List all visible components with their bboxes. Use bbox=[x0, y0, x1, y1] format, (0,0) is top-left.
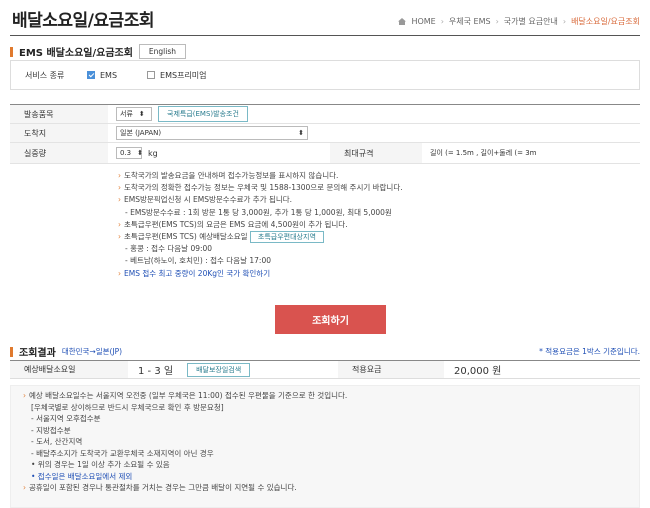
checkbox-checked-icon[interactable] bbox=[87, 71, 95, 79]
note-item: › 초특급우편(EMS TCS) 예상배달소요일 초특급우편대상지역 bbox=[118, 231, 640, 244]
option-ems-premium[interactable]: EMS프리미엄 bbox=[147, 70, 207, 81]
select-arrow-icon: ⬍ bbox=[298, 129, 304, 137]
fee-label: 적용요금 bbox=[338, 361, 444, 378]
breadcrumb: HOME › 우체국 EMS › 국가별 요금안내 › 배달소요일/요금조회 bbox=[398, 16, 640, 27]
breadcrumb-separator: › bbox=[440, 17, 444, 26]
option-ems-premium-label: EMS프리미엄 bbox=[160, 70, 207, 80]
fee-value: 20,000 원 bbox=[454, 366, 502, 377]
notes-list: › 도착국가의 발송요금을 안내하며 접수가능정보를 표시하지 않습니다. › 도착… bbox=[10, 164, 640, 284]
result-table: 예상배달소요일 1 - 3 일 배달보장일검색 적용요금 20,000 원 bbox=[10, 360, 640, 379]
result-notes: › 예상 배달소요일수는 서울지역 오전중 (일부 우체국은 11:00) 접수된… bbox=[10, 385, 640, 508]
form-row-destination: 도착지 일본 (JAPAN) ⬍ bbox=[10, 124, 640, 143]
maxsize-value: 길이 (= 1.5m , 길이+둘레 (= 3m bbox=[430, 149, 537, 157]
days-value: 1 - 3 일 bbox=[138, 366, 174, 377]
maxsize-label: 최대규격 bbox=[330, 143, 422, 163]
result-route: 대한민국→일본(JP) bbox=[61, 347, 123, 356]
tcs-area-button[interactable]: 초특급우편대상지역 bbox=[249, 231, 324, 244]
item-select[interactable]: 서류 ⬍ bbox=[116, 107, 152, 121]
english-button[interactable]: English bbox=[138, 44, 187, 59]
checkbox-unchecked-icon[interactable] bbox=[147, 71, 156, 79]
note-subitem: - 홍콩 : 접수 다음날 09:00 bbox=[125, 244, 213, 254]
weight-select[interactable]: 0.3 ⬍ bbox=[116, 147, 144, 159]
section-header: EMS 배달소요일/요금조회 English bbox=[10, 44, 187, 59]
note-subitem: - 베트남(하노이, 호치민) : 접수 다음날 17:00 bbox=[125, 256, 271, 266]
breadcrumb-ems[interactable]: 우체국 EMS bbox=[449, 16, 491, 27]
ems-conditions-button[interactable]: 국제특급(EMS)발송조건 bbox=[158, 106, 248, 122]
result-note: * 적용요금은 1박스 기준입니다. bbox=[539, 347, 640, 356]
title-divider bbox=[10, 35, 640, 36]
note-item: › 도착국가의 정확한 접수가능 정보는 우체국 및 1588-1300으로 문의… bbox=[118, 183, 403, 193]
result-note-subitem: - 배달주소지가 도착국가 교환우체국 소재지역이 아닌 경우 bbox=[31, 448, 214, 458]
result-note-item: › 공휴일이 포함된 경우나 통관절차를 거치는 경우는 그만큼 배달이 지연될 … bbox=[23, 483, 297, 492]
result-note-subitem: • 위의 경우는 1일 이상 추가 소요될 수 있음 bbox=[31, 460, 170, 469]
submit-button[interactable]: 조회하기 bbox=[275, 305, 386, 334]
note-item: › EMS방문픽업신청 시 EMS방문수수료가 추가 됩니다. bbox=[118, 195, 293, 205]
weight-label: 실중량 bbox=[10, 143, 108, 163]
result-note-subitem: [우체국별로 상이하므로 반드시 우체국으로 확인 후 방문요청] bbox=[31, 402, 224, 412]
breadcrumb-separator: › bbox=[562, 17, 567, 26]
guarantee-search-button[interactable]: 배달보장일검색 bbox=[187, 362, 251, 377]
page-title: 배달소요일/요금조회 bbox=[12, 11, 154, 31]
option-ems-label: EMS bbox=[100, 70, 118, 80]
breadcrumb-separator: › bbox=[495, 17, 499, 26]
destination-label: 도착지 bbox=[10, 124, 108, 142]
result-note-subitem: - 지방접수분 bbox=[31, 425, 71, 435]
note-link[interactable]: › EMS 접수 최고 중량이 20Kg인 국가 확인하기 bbox=[118, 268, 640, 280]
breadcrumb-home[interactable]: HOME bbox=[411, 17, 435, 26]
form-row-item: 발송품목 서류 ⬍ 국제특급(EMS)발송조건 bbox=[10, 105, 640, 124]
result-note-subitem: • 접수일은 배달소요일에서 제외 bbox=[31, 471, 133, 481]
result-note-subitem: - 도서, 산간지역 bbox=[31, 437, 83, 446]
section-marker bbox=[10, 346, 13, 357]
form-row-weight: 실중량 0.3 ⬍ kg 최대규격 길이 (= 1.5m , 길이+둘레 (= 3… bbox=[10, 143, 640, 164]
section-title: EMS 배달소요일/요금조회 bbox=[19, 48, 133, 59]
service-type-box: 서비스 종류 EMS EMS프리미엄 bbox=[10, 60, 640, 90]
home-icon bbox=[398, 18, 407, 25]
destination-select[interactable]: 일본 (JAPAN) ⬍ bbox=[116, 126, 308, 140]
select-arrow-icon: ⬍ bbox=[138, 110, 145, 118]
breadcrumb-current: 배달소요일/요금조회 bbox=[571, 17, 640, 26]
result-note-item: › 예상 배달소요일수는 서울지역 오전중 (일부 우체국은 11:00) 접수된… bbox=[23, 391, 348, 400]
option-ems[interactable]: EMS bbox=[87, 71, 117, 80]
result-header: 조회결과 대한민국→일본(JP) * 적용요금은 1박스 기준입니다. bbox=[10, 344, 640, 359]
note-subitem: - EMS방문수수료 : 1회 방문 1통 당 3,000원, 추가 1통 당 … bbox=[125, 207, 392, 217]
weight-unit: kg bbox=[148, 148, 158, 158]
query-form: 발송품목 서류 ⬍ 국제특급(EMS)발송조건 도착지 일본 (JAPAN) ⬍ 실… bbox=[10, 104, 640, 284]
item-label: 발송품목 bbox=[10, 105, 108, 123]
days-label: 예상배달소요일 bbox=[10, 361, 128, 378]
note-item: › 도착국가의 발송요금을 안내하며 접수가능정보를 표시하지 않습니다. bbox=[118, 171, 339, 180]
breadcrumb-country[interactable]: 국가별 요금안내 bbox=[504, 16, 558, 27]
result-note-subitem: - 서울지역 오후접수분 bbox=[31, 414, 101, 423]
result-title: 조회결과 bbox=[19, 348, 56, 359]
section-marker bbox=[10, 46, 13, 57]
select-arrow-icon: ⬍ bbox=[137, 149, 144, 157]
note-item: › 초특급우편(EMS TCS)의 요금은 EMS 요금에 4,500원이 추가 … bbox=[118, 219, 348, 229]
service-type-label: 서비스 종류 bbox=[25, 70, 65, 80]
